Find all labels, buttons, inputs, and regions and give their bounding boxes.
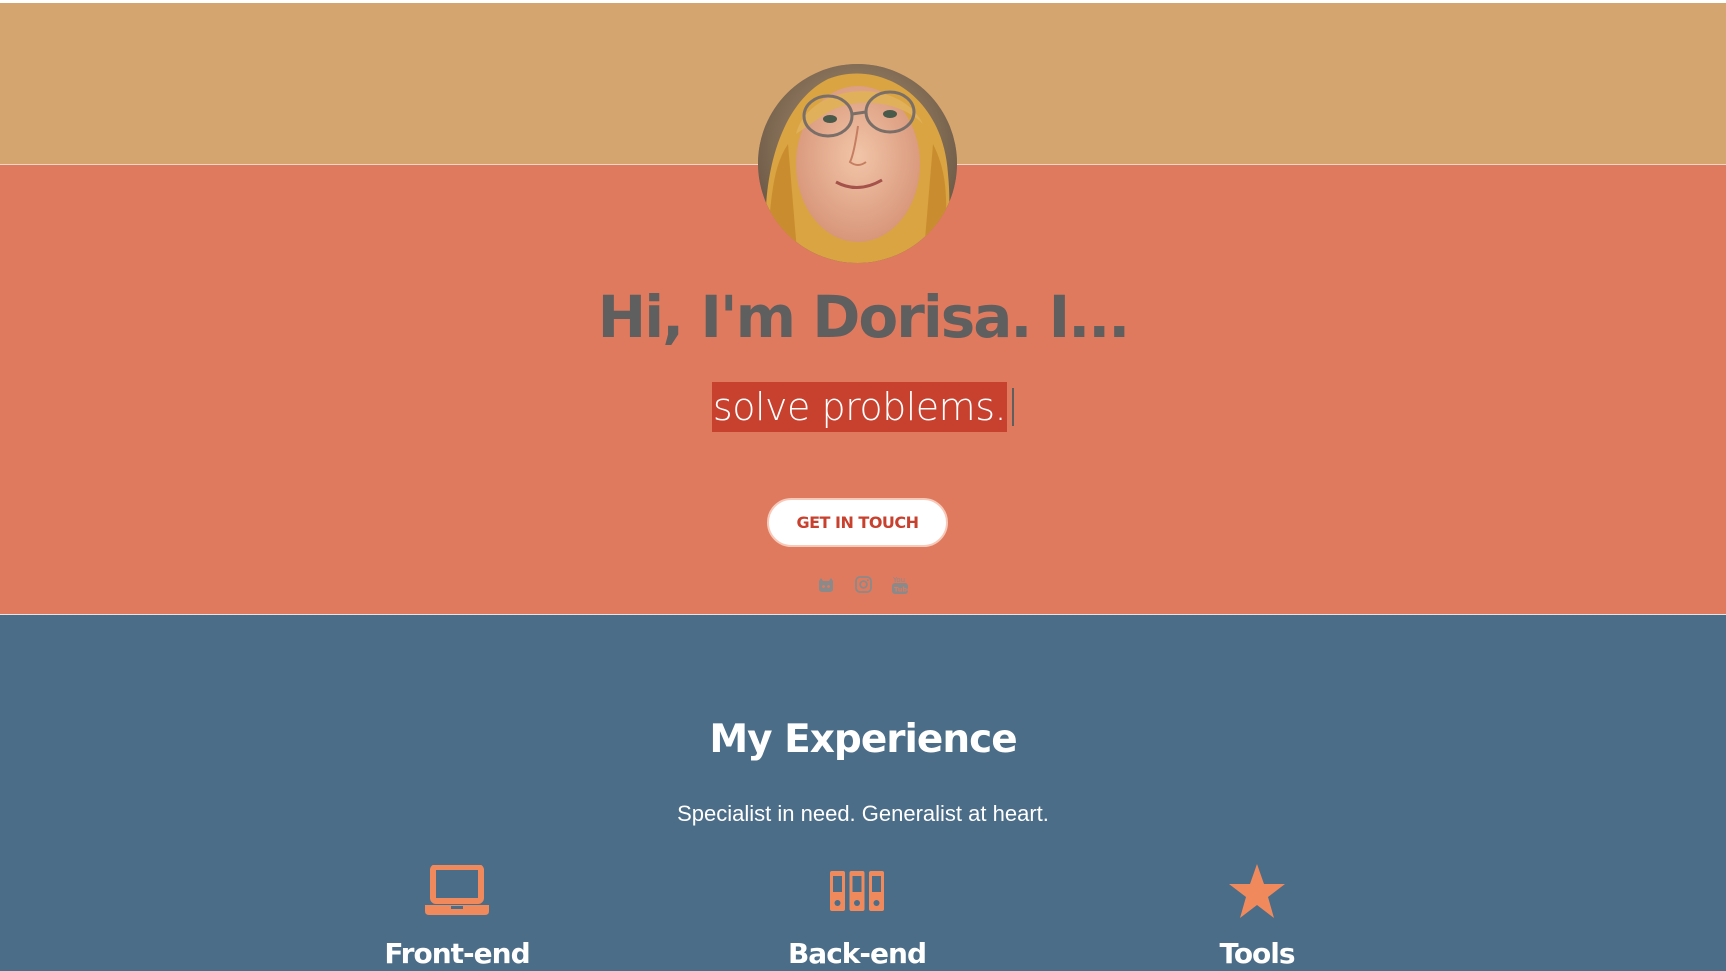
typed-text: solve problems. — [711, 382, 1008, 432]
instagram-icon[interactable] — [854, 575, 873, 594]
experience-title: My Experience — [709, 717, 1017, 762]
experience-column-backend: Back-end — [707, 862, 1007, 971]
laptop-icon — [307, 862, 607, 920]
star-icon — [1107, 862, 1407, 920]
get-in-touch-button[interactable]: GET IN TOUCH — [767, 498, 948, 547]
experience-column-tools: Tools — [1107, 862, 1407, 971]
youtube-icon[interactable]: You Tube — [891, 575, 910, 594]
experience-label: Front-end — [384, 937, 530, 970]
experience-subtitle: Specialist in need. Generalist at heart. — [677, 801, 1049, 826]
typing-cursor — [1012, 388, 1015, 426]
avatar — [758, 64, 957, 263]
experience-label: Back-end — [787, 937, 927, 970]
typed-line: solve problems. — [0, 382, 1726, 432]
experience-column-frontend: Front-end — [307, 862, 607, 971]
experience-columns: Front-end Back-end Tools — [0, 862, 1726, 971]
svg-text:Tube: Tube — [894, 586, 908, 594]
server-icon — [707, 862, 1007, 920]
github-icon[interactable] — [817, 575, 836, 594]
hero-title: Hi, I'm Dorisa. I... — [597, 283, 1131, 351]
experience-label: Tools — [1219, 937, 1295, 970]
social-links: You Tube — [0, 575, 1726, 594]
svg-text:You: You — [892, 576, 905, 584]
